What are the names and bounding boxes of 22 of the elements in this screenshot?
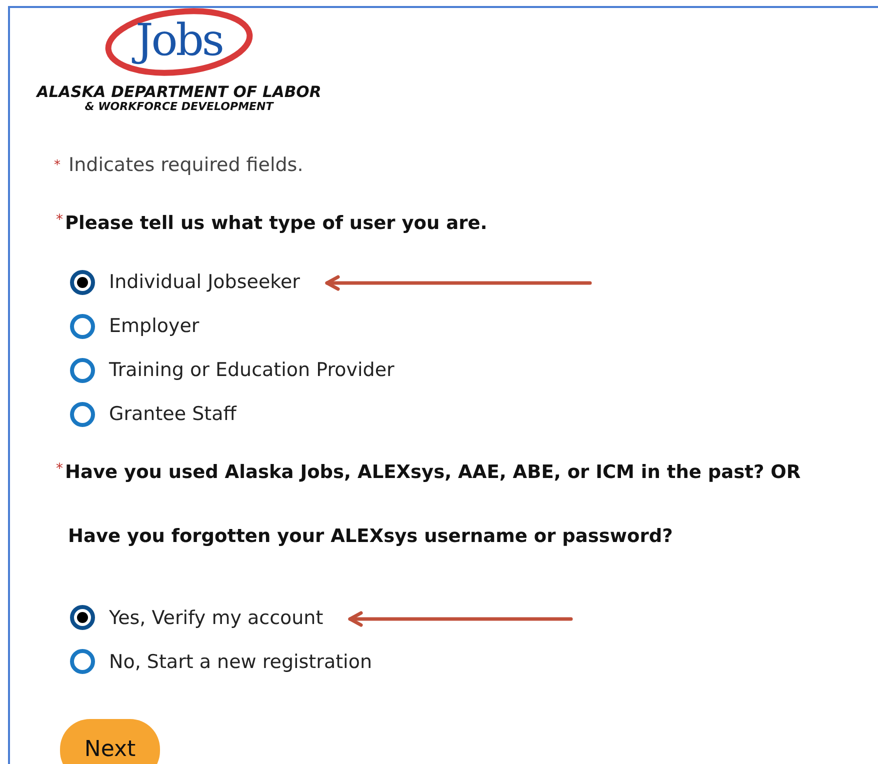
option-label[interactable]: Individual Jobseeker xyxy=(109,268,300,297)
option-label[interactable]: Grantee Staff xyxy=(109,400,236,429)
department-subtitle: & WORKFORCE DEVELOPMENT xyxy=(84,101,274,114)
radio-button[interactable] xyxy=(70,314,95,339)
next-button[interactable]: Next xyxy=(60,718,160,764)
option-label[interactable]: Training or Education Provider xyxy=(109,356,394,385)
radio-button[interactable] xyxy=(70,649,95,674)
radio-button[interactable] xyxy=(70,605,95,630)
required-note: Indicates required fields. xyxy=(68,153,304,178)
option-label[interactable]: No, Start a new registration xyxy=(109,648,372,676)
required-mark: * xyxy=(56,210,63,230)
department-name: ALASKA DEPARTMENT OF LABOR xyxy=(36,84,322,102)
radio-button[interactable] xyxy=(70,358,95,383)
option-label[interactable]: Yes, Verify my account xyxy=(109,604,324,632)
question-text: Have you used Alaska Jobs, ALEXsys, AAE, ABE, or ICM in the past? OR xyxy=(65,461,801,486)
radio-button[interactable] xyxy=(70,270,95,295)
question-text: Have you forgotten your ALEXsys username or password? xyxy=(68,525,674,550)
required-mark: * xyxy=(54,156,60,175)
required-mark: * xyxy=(56,460,63,480)
radio-button[interactable] xyxy=(70,402,95,427)
question-text: Please tell us what type of user you are. xyxy=(65,212,488,236)
option-label[interactable]: Employer xyxy=(109,312,200,341)
